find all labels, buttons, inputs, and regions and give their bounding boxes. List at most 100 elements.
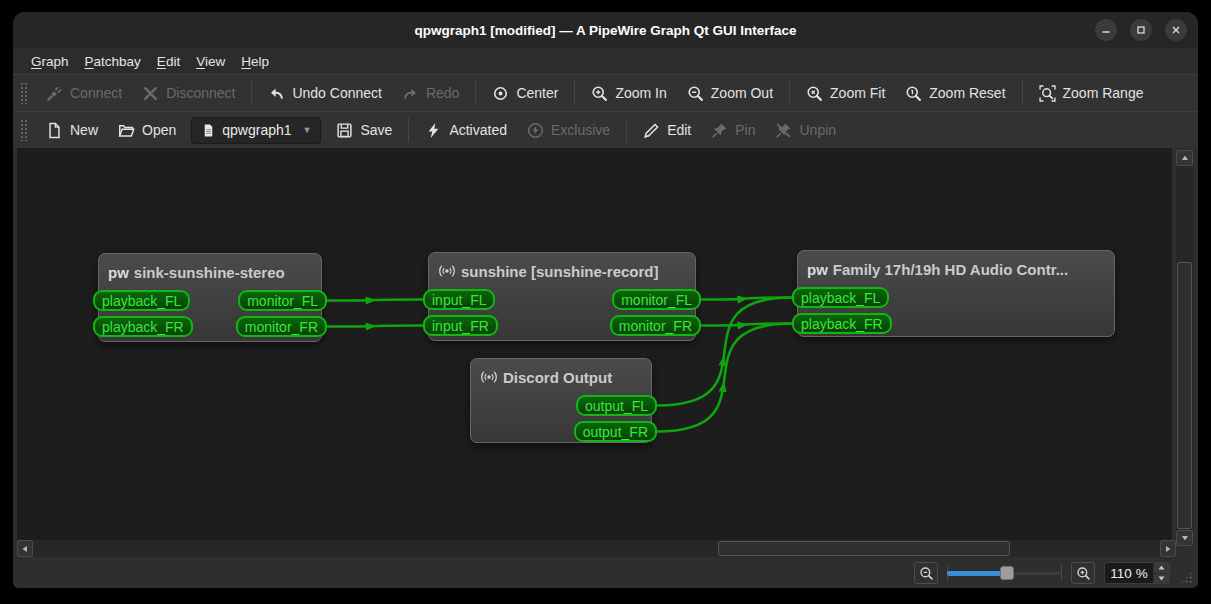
- toolbar-separator: [408, 118, 409, 142]
- toolbar-button-label: Undo Connect: [292, 85, 382, 101]
- node-sunshine[interactable]: sunshine [sunshine-record]input_FLmonito…: [428, 252, 696, 341]
- file-toolbar: New Open qpwgraph1▼Save Activated Exclusive E…: [13, 111, 1198, 148]
- zoom-slider-fill: [947, 571, 1007, 576]
- zoom-slider-handle[interactable]: [1000, 566, 1014, 580]
- bolt-icon: [425, 122, 442, 139]
- open-icon: [118, 122, 135, 139]
- zoom-spinbox[interactable]: 110 %: [1104, 562, 1170, 584]
- vertical-scrollbar-thumb[interactable]: [1177, 262, 1192, 529]
- graph-toolbar: ConnectDisconnect Undo Connect Redo Center Z…: [13, 74, 1198, 111]
- connect-button[interactable]: Connect: [36, 80, 132, 107]
- pipewire-icon: pw: [807, 261, 828, 278]
- toolbar-button-label: New: [70, 122, 98, 138]
- zoom-value[interactable]: 110 %: [1105, 566, 1153, 581]
- toolbar-button-label: Activated: [449, 122, 507, 138]
- port-sink-sunshine-stereo-playback-fr[interactable]: playback_FR: [93, 316, 193, 337]
- save-button[interactable]: Save: [326, 117, 402, 144]
- toolbar-button-label: Zoom Reset: [929, 85, 1005, 101]
- zoom-fit-icon: [806, 85, 823, 102]
- toolbar-separator: [251, 81, 252, 105]
- scroll-right-button[interactable]: [1160, 540, 1176, 557]
- port-sunshine-input-fl[interactable]: input_FL: [423, 289, 495, 310]
- port-family-audio-playback-fl[interactable]: playback_FL: [792, 287, 889, 308]
- connect-icon: [46, 85, 63, 102]
- node-discord-output[interactable]: Discord Outputoutput_FLoutput_FR: [470, 358, 652, 443]
- menubar: GraphPatchbayEditViewHelp: [13, 48, 1198, 74]
- toolbar-button-label: Exclusive: [551, 122, 610, 138]
- horizontal-scrollbar-thumb[interactable]: [718, 541, 1010, 556]
- close-button[interactable]: [1165, 19, 1187, 41]
- port-discord-output-output-fl[interactable]: output_FL: [576, 395, 657, 416]
- port-discord-output-output-fr[interactable]: output_FR: [574, 421, 657, 442]
- toolbar-separator: [626, 118, 627, 142]
- graph-canvas[interactable]: pwsink-sunshine-stereoplayback_FLmonitor…: [17, 148, 1172, 540]
- open-button[interactable]: Open: [108, 117, 186, 144]
- port-sink-sunshine-stereo-monitor-fr[interactable]: monitor_FR: [236, 316, 327, 337]
- node-title: Family 17h/19h HD Audio Contr...: [833, 261, 1068, 278]
- node-sink-sunshine-stereo[interactable]: pwsink-sunshine-stereoplayback_FLmonitor…: [98, 253, 322, 342]
- activated-button[interactable]: Activated: [415, 117, 517, 144]
- menu-view[interactable]: View: [188, 51, 233, 72]
- pin-button[interactable]: Pin: [701, 117, 765, 144]
- toolbar-separator: [574, 81, 575, 105]
- connection-edge: [327, 300, 423, 301]
- connection-edge: [701, 324, 792, 326]
- port-sink-sunshine-stereo-monitor-fl[interactable]: monitor_FL: [238, 290, 327, 311]
- redo-button[interactable]: Redo: [392, 80, 469, 107]
- minimize-button[interactable]: [1095, 19, 1117, 41]
- zoom-out-button[interactable]: Zoom Out: [677, 80, 783, 107]
- zoom-fit-button[interactable]: Zoom Fit: [796, 80, 895, 107]
- toolbar-button-label: Zoom Range: [1063, 85, 1144, 101]
- titlebar[interactable]: qpwgraph1 [modified] — A PipeWire Graph …: [13, 12, 1198, 48]
- redo-icon: [402, 85, 419, 102]
- new-icon: [46, 122, 63, 139]
- save-icon: [336, 122, 353, 139]
- chevron-down-icon: ▼: [303, 125, 312, 135]
- scroll-up-button[interactable]: [1176, 150, 1193, 166]
- scroll-left-button[interactable]: [17, 540, 33, 557]
- zoom-in-button[interactable]: Zoom In: [581, 80, 676, 107]
- port-sunshine-monitor-fl[interactable]: monitor_FL: [612, 289, 701, 310]
- center-button[interactable]: Center: [482, 80, 568, 107]
- menu-help[interactable]: Help: [233, 51, 277, 72]
- patchbay-file-combobox[interactable]: qpwgraph1▼: [191, 117, 321, 144]
- scroll-down-button[interactable]: [1176, 530, 1193, 546]
- port-sink-sunshine-stereo-playback-fl[interactable]: playback_FL: [93, 290, 190, 311]
- port-sunshine-input-fr[interactable]: input_FR: [423, 315, 498, 336]
- edit-button[interactable]: Edit: [633, 117, 701, 144]
- maximize-button[interactable]: [1130, 19, 1152, 41]
- disconnect-icon: [142, 85, 159, 102]
- port-family-audio-playback-fr[interactable]: playback_FR: [792, 313, 892, 334]
- toolbar-drag-handle[interactable]: [20, 82, 28, 104]
- node-title: Discord Output: [503, 369, 612, 386]
- node-title: sunshine [sunshine-record]: [461, 263, 659, 280]
- undo-connect-button[interactable]: Undo Connect: [258, 80, 392, 107]
- connection-arrow: [737, 322, 748, 330]
- horizontal-scrollbar[interactable]: [17, 540, 1176, 557]
- center-icon: [492, 85, 509, 102]
- disconnect-button[interactable]: Disconnect: [132, 80, 245, 107]
- unpin-button[interactable]: Unpin: [765, 117, 846, 144]
- zoom-spin-up[interactable]: [1154, 563, 1169, 573]
- zoom-out-button[interactable]: [914, 562, 938, 584]
- zoom-in-button[interactable]: [1071, 562, 1095, 584]
- zoom-slider[interactable]: [947, 562, 1062, 584]
- node-family-audio[interactable]: pwFamily 17h/19h HD Audio Contr...playba…: [797, 250, 1115, 337]
- menu-patchbay[interactable]: Patchbay: [77, 51, 149, 72]
- zoom-spin-down[interactable]: [1154, 573, 1169, 584]
- resize-grip[interactable]: [1180, 571, 1193, 584]
- toolbar-button-label: Open: [142, 122, 176, 138]
- vertical-scrollbar[interactable]: [1176, 150, 1193, 546]
- zoom-range-icon: [1039, 85, 1056, 102]
- zoom-reset-icon: [905, 85, 922, 102]
- new-button[interactable]: New: [36, 117, 108, 144]
- zoom-range-button[interactable]: Zoom Range: [1029, 80, 1154, 107]
- menu-graph[interactable]: Graph: [23, 51, 77, 72]
- zoom-reset-button[interactable]: Zoom Reset: [895, 80, 1015, 107]
- toolbar-drag-handle[interactable]: [20, 119, 28, 141]
- port-sunshine-monitor-fr[interactable]: monitor_FR: [610, 315, 701, 336]
- exclusive-button[interactable]: Exclusive: [517, 117, 620, 144]
- menu-edit[interactable]: Edit: [149, 51, 188, 72]
- node-title: sink-sunshine-stereo: [134, 264, 285, 281]
- toolbar-button-label: Redo: [426, 85, 459, 101]
